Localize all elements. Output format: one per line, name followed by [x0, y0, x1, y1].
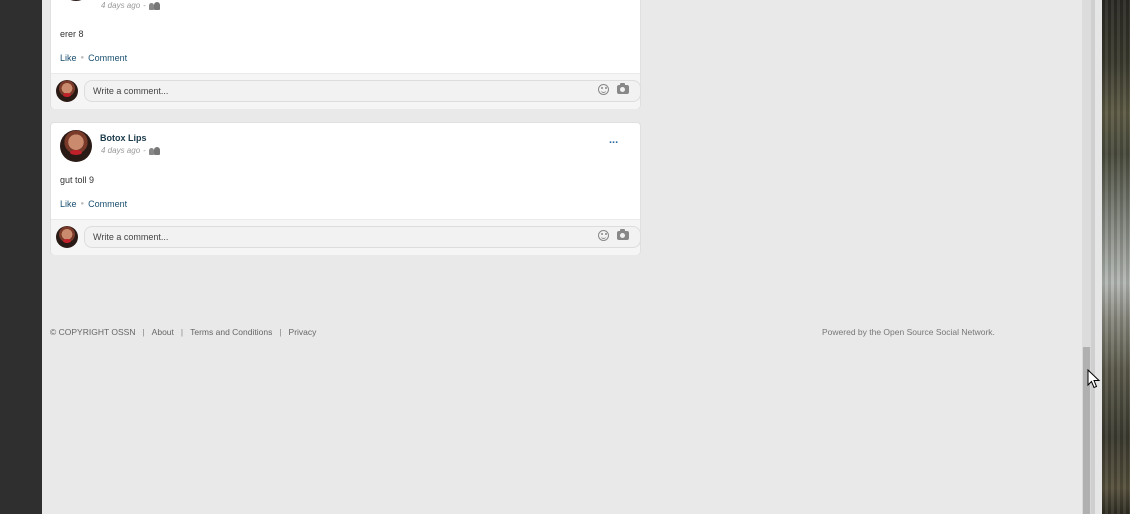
footer-separator: |	[180, 327, 184, 337]
action-separator: ●	[80, 201, 85, 207]
footer-link-privacy[interactable]: Privacy	[289, 327, 317, 337]
post-actions: Like ● Comment	[60, 53, 127, 63]
post-meta: 4 days ago -	[101, 1, 160, 10]
like-link[interactable]: Like	[60, 53, 77, 63]
comment-link[interactable]: Comment	[88, 199, 127, 209]
post-card: Botox Lips 4 days ago - ... gut toll 9 L…	[50, 122, 641, 255]
post-author-avatar[interactable]	[60, 0, 92, 1]
emoji-icon[interactable]	[598, 84, 609, 95]
comment-link[interactable]: Comment	[88, 53, 127, 63]
mouse-cursor-icon	[1087, 369, 1101, 389]
post-text: gut toll 9	[60, 175, 95, 185]
post-card: 4 days ago - erer 8 Like ● Comment	[50, 0, 641, 109]
post-text: erer 8	[60, 29, 84, 39]
commenter-avatar	[56, 80, 78, 102]
post-more-menu-button[interactable]: ...	[609, 135, 618, 146]
camera-icon[interactable]	[617, 83, 629, 94]
desktop-background-photo	[1102, 0, 1130, 514]
footer-separator: |	[279, 327, 282, 337]
commenter-avatar	[56, 226, 78, 248]
action-separator: ●	[80, 55, 85, 61]
post-actions: Like ● Comment	[60, 199, 127, 209]
post-time: 4 days ago	[101, 1, 141, 10]
emoji-icon[interactable]	[598, 230, 609, 241]
post-time: 4 days ago	[101, 146, 141, 155]
meta-separator: -	[143, 146, 146, 155]
meta-separator: -	[143, 1, 146, 10]
footer-link-terms[interactable]: Terms and Conditions	[190, 327, 272, 337]
like-link[interactable]: Like	[60, 199, 77, 209]
footer-links: © COPYRIGHT OSSN | About | Terms and Con…	[50, 327, 316, 337]
camera-icon[interactable]	[617, 229, 629, 240]
footer-link-about[interactable]: About	[152, 327, 174, 337]
left-window-edge	[0, 0, 42, 514]
footer-powered-by: Powered by the Open Source Social Networ…	[822, 327, 995, 337]
comment-input[interactable]	[84, 226, 641, 248]
post-author-avatar[interactable]	[60, 130, 92, 162]
post-meta: 4 days ago -	[101, 146, 160, 155]
comment-input[interactable]	[84, 80, 641, 102]
footer-separator: |	[142, 327, 145, 337]
window-divider	[1091, 0, 1102, 514]
post-author-name[interactable]: Botox Lips	[100, 133, 147, 143]
footer-copyright: © COPYRIGHT OSSN	[50, 327, 136, 337]
group-icon	[148, 146, 160, 155]
group-icon	[148, 1, 160, 10]
comment-row	[51, 73, 641, 109]
scrollbar-track[interactable]	[1082, 0, 1091, 347]
comment-row	[51, 219, 641, 255]
